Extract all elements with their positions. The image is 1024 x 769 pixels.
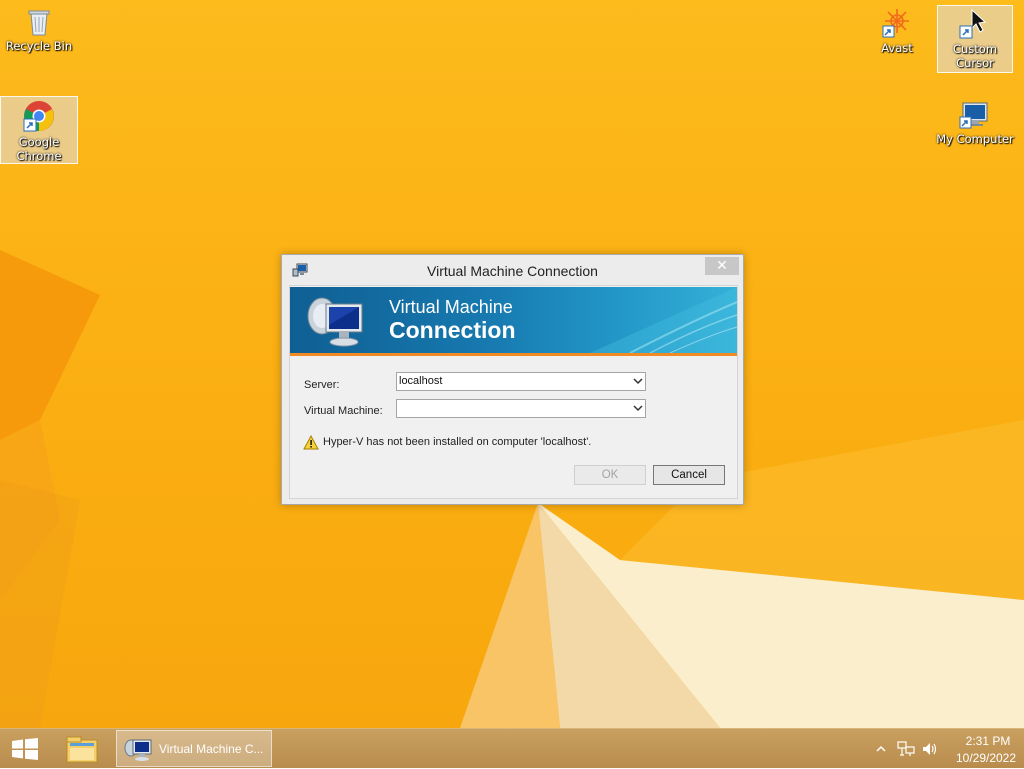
desktop-icon-avast[interactable]: Avast (859, 5, 935, 63)
custom-cursor-icon (959, 8, 987, 39)
vm-monitor-icon (307, 297, 363, 347)
warning-icon (303, 435, 319, 450)
chevron-down-icon[interactable] (633, 403, 643, 413)
vmconnect-icon (124, 739, 152, 761)
clock-date[interactable]: 10/29/2022 (946, 751, 1024, 765)
ok-button[interactable]: OK (574, 465, 646, 485)
banner-accent-bar (290, 353, 737, 356)
taskbar-item-label: Virtual Machine C... (159, 742, 264, 756)
virtual-machine-label: Virtual Machine: (304, 405, 383, 417)
close-icon: ✕ (716, 258, 728, 274)
desktop-icon-custom-cursor[interactable]: Custom Cursor (937, 5, 1013, 73)
clock-time[interactable]: 2:31 PM (958, 734, 1018, 748)
taskbar: Virtual Machine C... 2:31 PM 10/29/2022 (0, 728, 1024, 768)
desktop-icon-recycle-bin[interactable]: Recycle Bin (1, 5, 77, 63)
dialog-title: Virtual Machine Connection (427, 263, 598, 279)
virtual-machine-combobox[interactable] (396, 399, 646, 418)
chrome-icon (23, 101, 54, 132)
dialog-banner: Virtual Machine Connection (290, 287, 737, 353)
desktop-icon-google-chrome[interactable]: Google Chrome (0, 96, 78, 164)
close-button[interactable]: ✕ (705, 257, 739, 275)
server-combobox[interactable]: localhost (396, 372, 646, 391)
server-value: localhost (399, 375, 443, 387)
show-hidden-icons-chevron-icon[interactable] (876, 744, 886, 754)
desktop-icon-label: Google Chrome (16, 135, 62, 163)
desktop-icon-label: Recycle Bin (5, 39, 73, 53)
my-computer-icon (959, 102, 988, 129)
desktop-icon-my-computer[interactable]: My Computer (935, 98, 1015, 156)
warning-message: Hyper-V has not been installed on comput… (323, 436, 592, 448)
dialog-titlebar[interactable]: Virtual Machine Connection ✕ (282, 255, 743, 285)
volume-icon[interactable] (921, 741, 939, 757)
server-label: Server: (304, 379, 340, 391)
desktop-icon-label: Custom Cursor (952, 42, 998, 70)
system-tray: 2:31 PM 10/29/2022 (872, 729, 1024, 769)
chevron-down-icon[interactable] (633, 376, 643, 386)
taskbar-item-vm-connection[interactable]: Virtual Machine C... (116, 730, 272, 767)
banner-title-line1: Virtual Machine (389, 297, 513, 317)
banner-title-line2: Connection (389, 317, 516, 343)
desktop-icon-label: Avast (881, 41, 913, 55)
network-icon[interactable] (897, 741, 915, 757)
recycle-bin-icon (28, 10, 50, 36)
avast-icon (882, 9, 909, 38)
windows-logo-icon[interactable] (10, 738, 40, 760)
file-explorer-icon[interactable] (62, 732, 102, 766)
dialog-body: Virtual Machine Connection Server: local… (289, 285, 738, 499)
desktop-icon-label: My Computer (936, 132, 1014, 146)
vm-connection-dialog: Virtual Machine Connection ✕ Virtual Mac… (281, 254, 744, 505)
cancel-button[interactable]: Cancel (653, 465, 725, 485)
